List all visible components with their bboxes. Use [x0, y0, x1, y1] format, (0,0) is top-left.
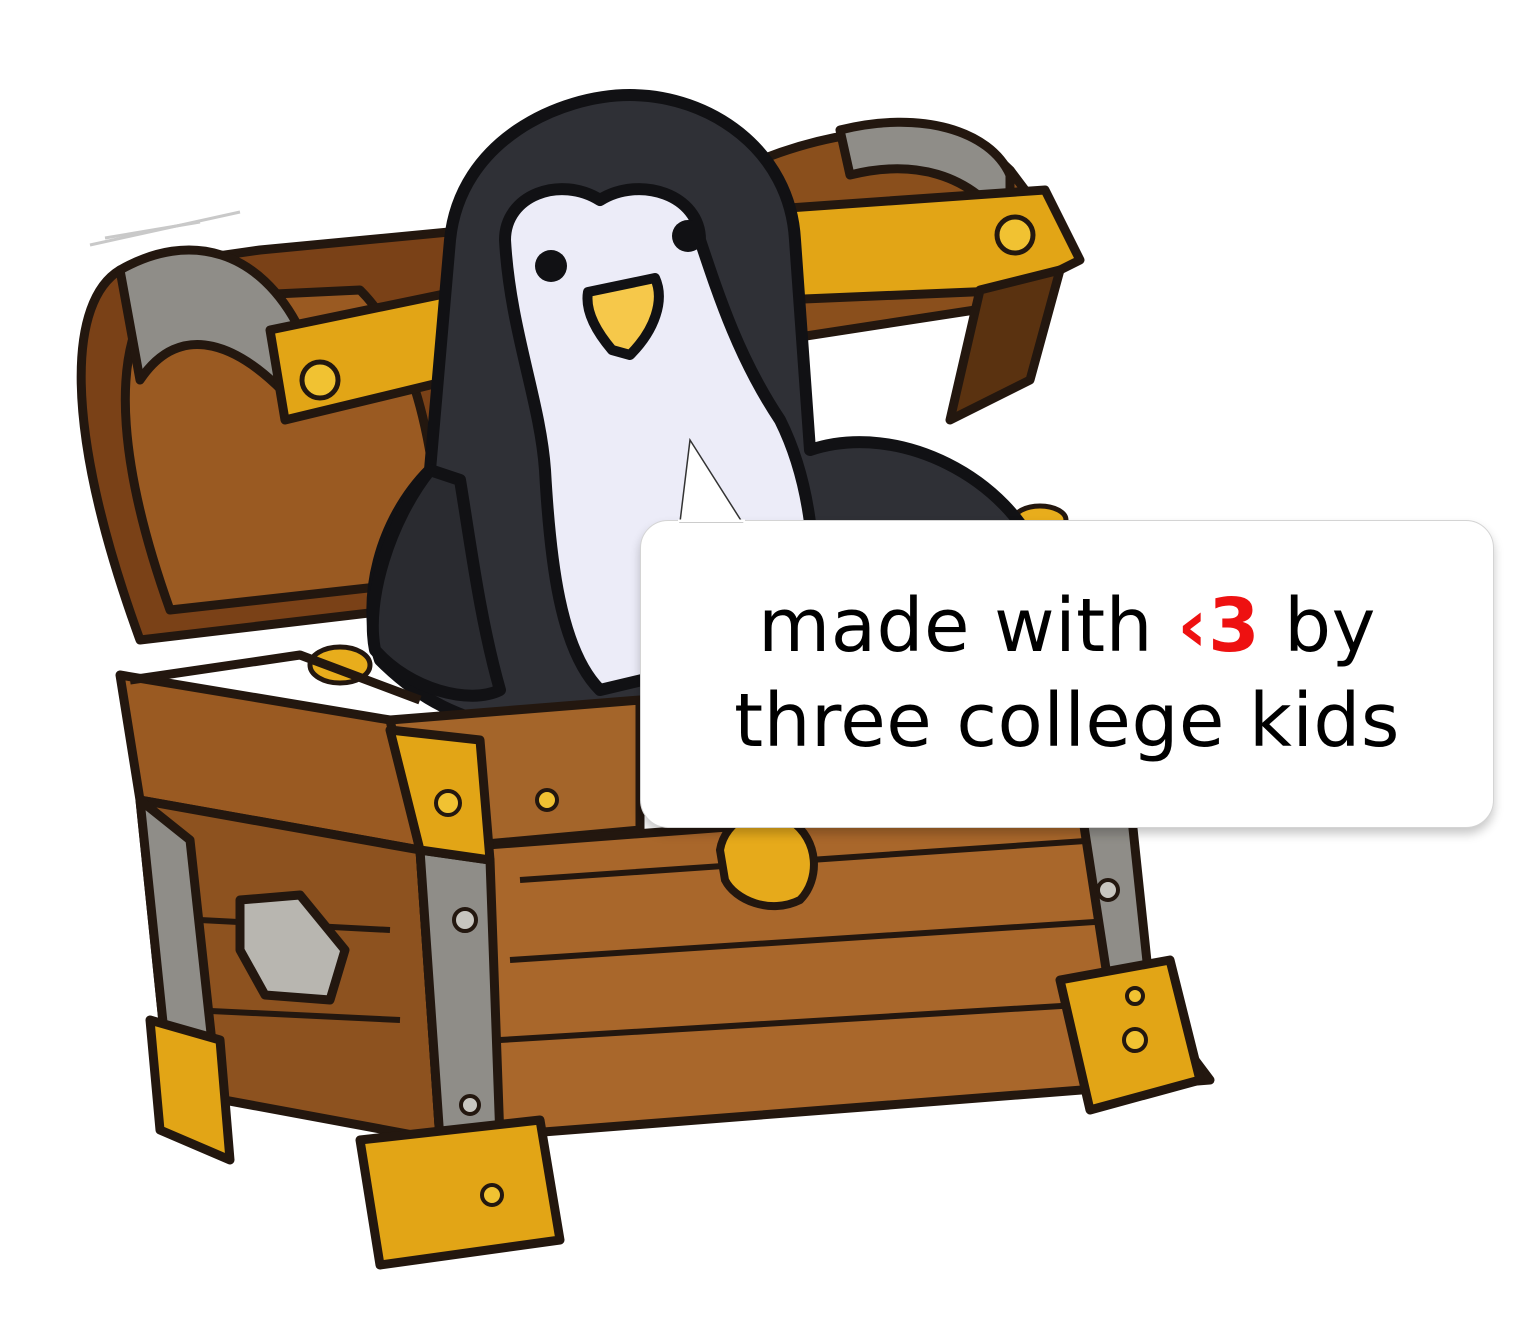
bubble-line-2: three college kids	[734, 678, 1400, 764]
speech-bubble: made with ‹3 by three college kids	[640, 520, 1494, 828]
bubble-line-1: made with ‹3 by	[758, 579, 1376, 674]
bubble-suffix: by	[1284, 583, 1376, 670]
motion-strokes	[89, 210, 241, 247]
heart-text: ‹3	[1177, 583, 1261, 670]
bubble-prefix: made with	[758, 583, 1154, 670]
